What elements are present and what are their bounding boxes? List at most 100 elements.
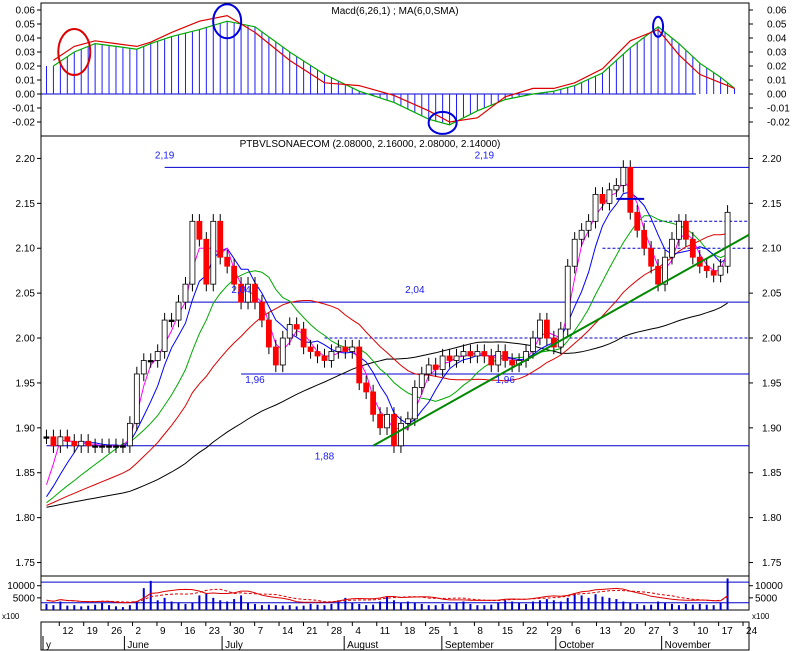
candle-body bbox=[370, 391, 377, 415]
candle-body bbox=[495, 351, 502, 366]
candle-body bbox=[85, 440, 92, 447]
price-tick-label-right: 1.90 bbox=[762, 423, 782, 434]
candle-body bbox=[689, 238, 696, 258]
candle-body bbox=[259, 301, 265, 321]
price-tick-label-left: 2.15 bbox=[16, 199, 36, 210]
price-tick-label-left: 2.00 bbox=[16, 334, 36, 345]
candle-body bbox=[655, 265, 661, 285]
volume-frame bbox=[40, 575, 750, 611]
x-day-label: 26 bbox=[111, 626, 123, 637]
price-tick-label-right: 2.05 bbox=[762, 289, 782, 300]
candle-body bbox=[613, 184, 620, 191]
x-day-label: 29 bbox=[551, 626, 563, 637]
candle-body bbox=[196, 220, 203, 240]
candle-body bbox=[182, 283, 189, 303]
candle-body bbox=[710, 270, 717, 276]
candle-body bbox=[106, 445, 112, 448]
x-month-label: July bbox=[225, 640, 243, 651]
candle-body bbox=[265, 319, 272, 348]
candle-body bbox=[439, 355, 446, 370]
candle-body bbox=[78, 440, 85, 447]
candle-body bbox=[391, 413, 397, 447]
candle-body bbox=[481, 351, 488, 357]
x-day-label: 23 bbox=[209, 626, 221, 637]
candle-body bbox=[203, 238, 210, 285]
x-day-label: 27 bbox=[648, 626, 660, 637]
price-tick-label-left: 1.95 bbox=[16, 378, 36, 389]
price-tick-label-right: 2.00 bbox=[762, 334, 782, 345]
price-tick-label-right: 1.75 bbox=[762, 558, 782, 569]
price-tick-label-right: 2.20 bbox=[762, 154, 782, 165]
volume-panel: 10000 100005000 5000 x100 x100 bbox=[2, 575, 783, 621]
x-month-label: y bbox=[46, 640, 51, 651]
price-level-label: 2,19 bbox=[475, 150, 495, 161]
candle-body bbox=[335, 346, 342, 352]
candle-body bbox=[217, 220, 224, 258]
candle-body bbox=[557, 328, 564, 348]
stock-chart: Macd(6,26,1) ; MA(6,0,SMA) 0.06 0.06 0.05 0… bbox=[2, 2, 790, 651]
macd-tick-label-right: 0.01 bbox=[767, 76, 787, 87]
candle-body bbox=[300, 328, 307, 348]
candle-body bbox=[286, 324, 293, 339]
candle-body bbox=[488, 355, 495, 366]
candle-body bbox=[314, 351, 321, 357]
x-day-label: 10 bbox=[697, 626, 709, 637]
candle-body bbox=[606, 189, 613, 204]
price-level-label: 1,96 bbox=[245, 375, 265, 386]
x-day-label: 8 bbox=[477, 626, 483, 637]
x-day-label: 24 bbox=[746, 626, 758, 637]
macd-tick-label-left: 0.03 bbox=[16, 48, 36, 59]
price-tick-label-left: 2.20 bbox=[16, 154, 36, 165]
candle-body bbox=[585, 220, 592, 231]
macd-tick-label-right: 0.06 bbox=[767, 6, 787, 17]
candle-body bbox=[543, 319, 550, 339]
volume-unit-left: x100 bbox=[2, 612, 20, 621]
candle-body bbox=[349, 346, 356, 352]
candle-body bbox=[703, 265, 710, 272]
x-day-label: 1 bbox=[453, 626, 459, 637]
candle-body bbox=[724, 211, 731, 267]
candle-body bbox=[620, 167, 627, 186]
macd-tick-label-left: 0.04 bbox=[16, 34, 36, 45]
candle-body bbox=[64, 436, 71, 442]
price-tick-label-left: 1.90 bbox=[16, 423, 36, 434]
macd-tick-label-left: 0.00 bbox=[16, 90, 36, 101]
candle-body bbox=[467, 351, 474, 357]
price-level-label: 2,04 bbox=[231, 285, 251, 296]
candle-body bbox=[641, 229, 648, 249]
candle-body bbox=[669, 238, 675, 258]
x-day-label: 20 bbox=[624, 626, 636, 637]
macd-panel: Macd(6,26,1) ; MA(6,0,SMA) 0.06 0.06 0.05 0… bbox=[12, 2, 790, 137]
candle-body bbox=[592, 193, 599, 222]
x-day-label: 7 bbox=[258, 626, 264, 637]
candle-body bbox=[126, 422, 133, 447]
macd-tick-label-right: 0.04 bbox=[767, 34, 787, 45]
candle-body bbox=[627, 167, 634, 213]
candle-body bbox=[321, 355, 328, 361]
x-axis: 12 19 26 2 9 16 23 30 7 14 21 28 4 11 18 25 1 8 15 22 29 6 13 2… bbox=[40, 621, 758, 651]
candle-body bbox=[356, 346, 363, 384]
x-month-label: September bbox=[445, 640, 495, 651]
price-tick-label-left: 1.75 bbox=[16, 558, 36, 569]
candle-body bbox=[564, 265, 571, 330]
price-tick-label-right: 2.15 bbox=[762, 199, 782, 210]
candle-body bbox=[252, 283, 258, 303]
x-day-label: 30 bbox=[233, 626, 245, 637]
candle-body bbox=[43, 436, 50, 439]
candle-body bbox=[509, 360, 516, 366]
candle-body bbox=[140, 360, 147, 375]
macd-tick-label-right: 0.02 bbox=[767, 62, 787, 73]
x-day-label: 21 bbox=[306, 626, 318, 637]
candle-body bbox=[398, 422, 404, 447]
macd-frame bbox=[40, 2, 750, 137]
volume-tick-label-right: 10000 bbox=[755, 581, 783, 592]
x-day-label: 16 bbox=[184, 626, 196, 637]
x-day-label: 28 bbox=[331, 626, 343, 637]
price-level-label: 1,88 bbox=[315, 451, 335, 462]
macd-tick-label-left: 0.06 bbox=[16, 6, 36, 17]
x-day-label: 14 bbox=[282, 626, 294, 637]
candle-body bbox=[384, 413, 390, 429]
candle-body bbox=[50, 436, 57, 447]
macd-tick-label-left: 0.05 bbox=[16, 20, 36, 31]
candle-body bbox=[571, 238, 578, 267]
